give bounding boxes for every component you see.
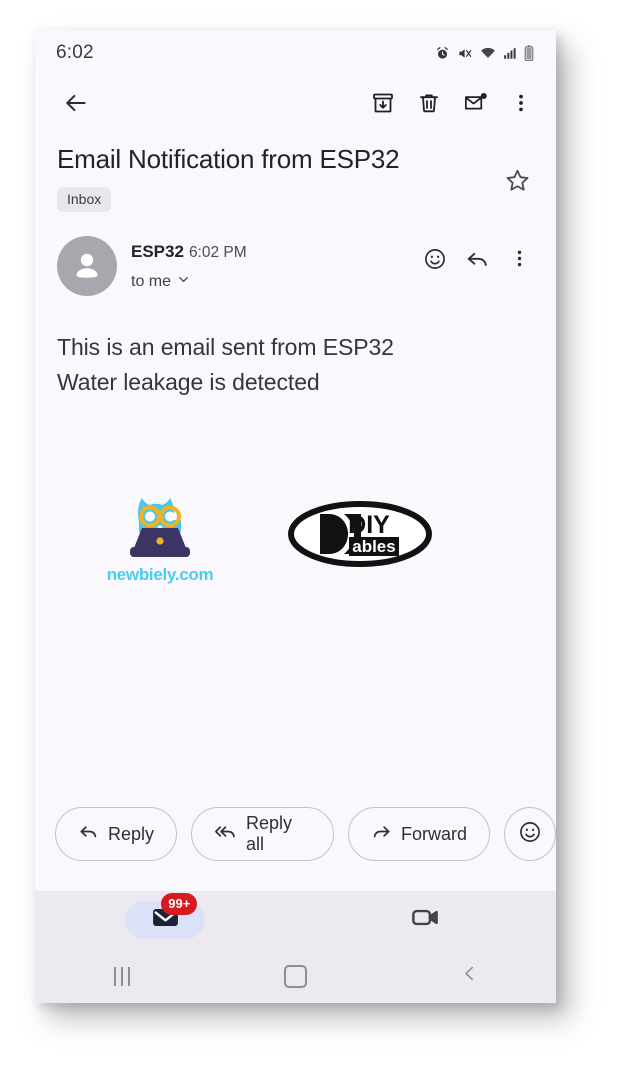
diyables-logo: DIY ables — [287, 497, 433, 576]
label-chip-inbox[interactable]: Inbox — [57, 187, 112, 212]
diyables-top-text: DIY — [348, 511, 390, 539]
mail-tab-pill: 99+ — [125, 893, 206, 939]
mute-icon — [457, 46, 473, 61]
sender-actions — [414, 236, 540, 282]
reply-arrow-icon — [465, 246, 490, 276]
status-bar-icons — [435, 45, 534, 61]
alarm-icon — [435, 46, 450, 61]
email-content: Email Notification from ESP32 Inbox ESP3… — [35, 134, 556, 807]
avatar — [57, 236, 117, 296]
delete-icon — [417, 91, 441, 120]
recipient-label: to me — [131, 273, 172, 290]
forward-button[interactable]: Forward — [348, 807, 491, 861]
email-toolbar — [35, 76, 556, 134]
email-body-line-2: Water leakage is detected — [57, 369, 320, 395]
back-chevron-icon — [460, 964, 479, 988]
reply-button[interactable]: Reply — [55, 807, 178, 861]
reply-arrow-icon — [78, 821, 99, 847]
sender-name: ESP32 — [131, 242, 184, 261]
subject-block: Email Notification from ESP32 Inbox — [35, 134, 556, 212]
mail-unread-badge: 99+ — [161, 893, 198, 915]
status-bar: 6:02 — [35, 30, 556, 76]
forward-arrow-icon — [371, 821, 392, 847]
email-body-line-1: This is an email sent from ESP32 — [57, 334, 394, 360]
battery-icon — [524, 45, 534, 61]
owl-laptop-icon — [130, 498, 190, 557]
reply-all-icon — [214, 821, 237, 847]
status-bar-clock: 6:02 — [56, 42, 94, 63]
back-button[interactable] — [53, 82, 99, 128]
more-options-icon — [509, 248, 530, 274]
reply-actions: Reply Reply all Forward — [35, 807, 556, 891]
more-options-button[interactable] — [498, 82, 544, 128]
email-body: This is an email sent from ESP32 Water l… — [35, 296, 556, 400]
reply-all-label: Reply all — [246, 813, 293, 854]
mark-unread-icon — [463, 90, 488, 120]
sent-time: 6:02 PM — [188, 244, 247, 261]
emoji-reaction-button[interactable] — [414, 240, 456, 282]
reply-label: Reply — [108, 823, 155, 844]
more-options-icon — [510, 92, 532, 119]
newbiely-logo: newbiely.com — [95, 488, 225, 585]
reply-icon-button[interactable] — [456, 240, 498, 282]
signal-icon — [503, 46, 517, 61]
page-title: Email Notification from ESP32 — [57, 144, 400, 174]
reply-all-button[interactable]: Reply all — [191, 807, 335, 861]
star-icon — [504, 167, 531, 199]
message-more-button[interactable] — [498, 240, 540, 282]
mark-unread-button[interactable] — [452, 82, 498, 128]
emoji-reaction-icon — [423, 247, 447, 276]
system-navigation-bar — [35, 949, 556, 1003]
recipient-toggle[interactable]: to me — [131, 272, 190, 291]
delete-button[interactable] — [406, 82, 452, 128]
back-button[interactable] — [382, 964, 556, 988]
wifi-icon — [480, 46, 496, 61]
newbiely-caption: newbiely.com — [106, 565, 214, 584]
sender-row: ESP32 6:02 PM to me — [35, 212, 556, 296]
bottom-nav: 99+ — [35, 891, 556, 949]
recents-icon — [113, 966, 130, 986]
signature-logos: newbiely.com DIY ables — [35, 400, 556, 585]
home-button[interactable] — [209, 964, 383, 988]
chevron-down-icon — [177, 272, 190, 291]
phone-screenshot: 6:02 Email Notification from ESP32 Inbox… — [35, 30, 556, 1003]
archive-button[interactable] — [360, 82, 406, 128]
back-arrow-icon — [63, 90, 89, 121]
video-camera-icon — [410, 902, 441, 938]
sender-line: ESP32 6:02 PM — [131, 241, 414, 263]
mail-tab[interactable]: 99+ — [35, 893, 296, 939]
forward-label: Forward — [401, 823, 468, 844]
diyables-bottom-text: ables — [352, 537, 395, 556]
home-icon — [284, 964, 307, 988]
recents-button[interactable] — [35, 966, 209, 986]
emoji-button[interactable] — [504, 807, 556, 861]
star-button[interactable] — [494, 160, 540, 206]
archive-icon — [371, 91, 395, 120]
emoji-reaction-icon — [518, 820, 542, 849]
meet-tab[interactable] — [296, 902, 557, 938]
